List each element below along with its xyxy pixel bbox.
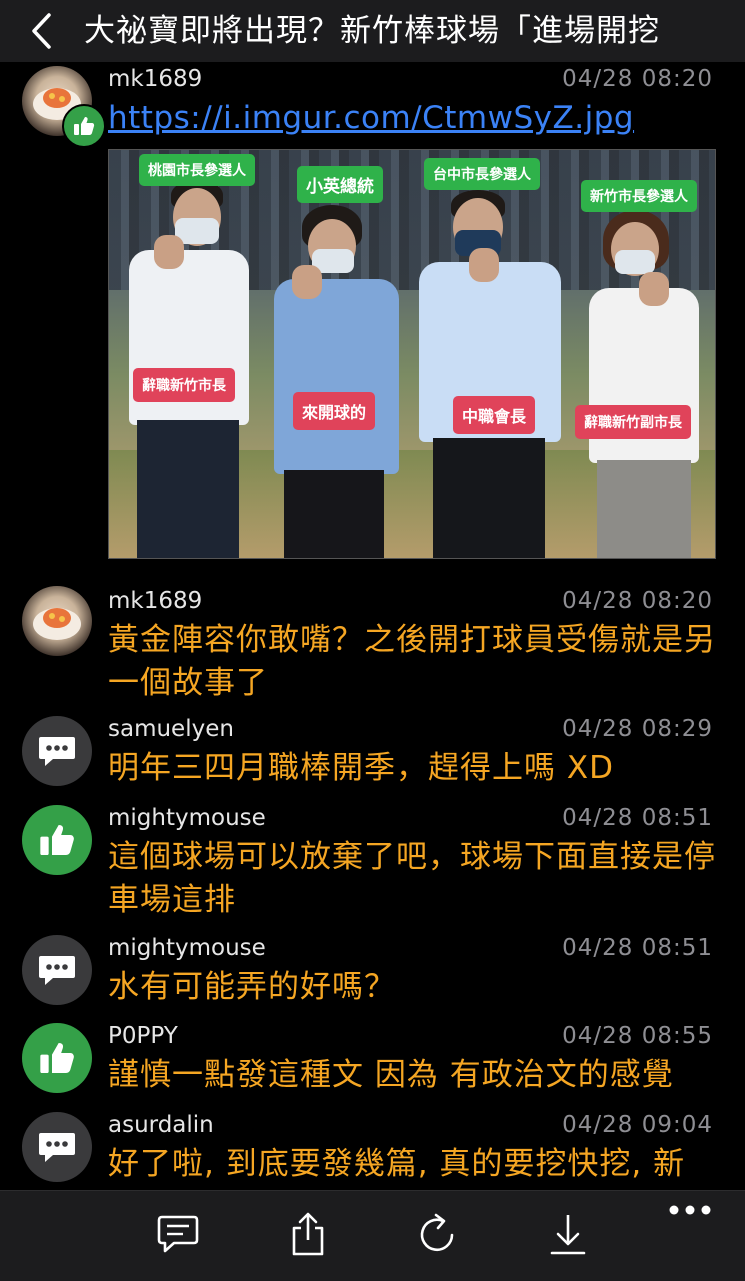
comment-button[interactable]	[153, 1209, 203, 1259]
attached-photo[interactable]: 桃園市長參選人 小英總統 台中市長參選人 新竹市長參選人 辭職新竹市長 來開球的…	[108, 149, 716, 559]
username[interactable]: mightymouse	[108, 935, 266, 961]
top-bar: 大祕寶即將出現？新竹棒球場「進場開挖	[0, 0, 745, 62]
username[interactable]: mightymouse	[108, 805, 266, 831]
avatar[interactable]	[22, 805, 92, 875]
more-icon	[669, 1205, 711, 1215]
list-item: mightymouse 04/28 08:51 水有可能弄的好嗎？	[0, 935, 745, 1015]
username[interactable]: asurdalin	[108, 1112, 214, 1138]
chevron-left-icon	[32, 13, 51, 49]
avatar[interactable]	[22, 716, 92, 786]
avatar[interactable]	[22, 1023, 92, 1093]
back-button[interactable]	[0, 0, 84, 62]
thumbs-up-icon	[40, 825, 74, 855]
timestamp: 04/28 08:55	[562, 1023, 713, 1049]
timestamp: 04/28 08:29	[562, 716, 713, 742]
comment-text: 明年三四月職棒開季，趕得上嗎 XD	[108, 750, 614, 786]
comment-text: 謹慎一點發這種文 因為 有政治文的感覺	[108, 1057, 674, 1093]
speech-bubble-icon	[39, 1133, 75, 1162]
comment-icon	[157, 1215, 199, 1253]
speech-bubble-icon	[39, 737, 75, 766]
timestamp: 04/28 08:51	[562, 805, 713, 831]
user-photo	[33, 608, 81, 640]
download-icon	[550, 1215, 586, 1255]
username[interactable]: samuelyen	[108, 716, 234, 742]
list-item: mk1689 04/28 08:20 黃金陣容你敢嘴？之後開打球員受傷就是另一個…	[0, 586, 745, 701]
image-link[interactable]: https://i.imgur.com/CtmwSyZ.jpg	[108, 100, 634, 136]
share-icon	[292, 1212, 324, 1256]
comment-text: 這個球場可以放棄了吧，球場下面直接是停車場這排	[108, 839, 716, 918]
refresh-button[interactable]	[413, 1209, 463, 1259]
timestamp: 04/28 08:20	[562, 66, 713, 92]
comment-text: 好了啦, 到底要發幾篇, 真的要挖快挖, 新	[108, 1146, 686, 1182]
list-item: asurdalin 04/28 09:04 好了啦, 到底要發幾篇, 真的要挖快…	[0, 1112, 745, 1192]
like-badge	[62, 104, 106, 148]
list-item: samuelyen 04/28 08:29 明年三四月職棒開季，趕得上嗎 XD	[0, 716, 745, 796]
image-label: 小英總統	[297, 166, 383, 203]
timestamp: 04/28 09:04	[562, 1112, 713, 1138]
page-title: 大祕寶即將出現？新竹棒球場「進場開挖	[84, 13, 660, 49]
download-button[interactable]	[543, 1209, 593, 1259]
list-item: P0PPY 04/28 08:55 謹慎一點發這種文 因為 有政治文的感覺	[0, 1023, 745, 1103]
bottom-toolbar	[0, 1190, 745, 1281]
timestamp: 04/28 08:51	[562, 935, 713, 961]
image-label: 來開球的	[293, 392, 376, 430]
comment-text: 水有可能弄的好嗎？	[108, 969, 396, 1005]
thumbs-up-icon	[40, 1043, 74, 1073]
avatar[interactable]	[22, 586, 92, 656]
more-button[interactable]	[665, 1195, 715, 1225]
username[interactable]: mk1689	[108, 66, 202, 92]
image-label: 台中市長參選人	[424, 158, 540, 190]
image-label: 辭職新竹市長	[133, 368, 235, 402]
username[interactable]: mk1689	[108, 588, 202, 614]
share-button[interactable]	[283, 1209, 333, 1259]
image-label: 中職會長	[453, 396, 536, 434]
avatar[interactable]	[22, 1112, 92, 1182]
image-label: 桃園市長參選人	[139, 154, 255, 186]
timestamp: 04/28 08:20	[562, 588, 713, 614]
list-item: mightymouse 04/28 08:51 這個球場可以放棄了吧，球場下面直…	[0, 805, 745, 920]
comment-text: 黃金陣容你敢嘴？之後開打球員受傷就是另一個故事了	[108, 622, 716, 701]
list-item: mk1689 04/28 08:20 https://i.imgur.com/C…	[0, 62, 745, 572]
image-label: 辭職新竹副市長	[575, 405, 691, 439]
speech-bubble-icon	[39, 956, 75, 985]
thumbs-up-icon	[74, 117, 95, 135]
refresh-icon	[420, 1213, 454, 1252]
image-label: 新竹市長參選人	[581, 180, 697, 212]
username[interactable]: P0PPY	[108, 1023, 178, 1049]
avatar[interactable]	[22, 935, 92, 1005]
